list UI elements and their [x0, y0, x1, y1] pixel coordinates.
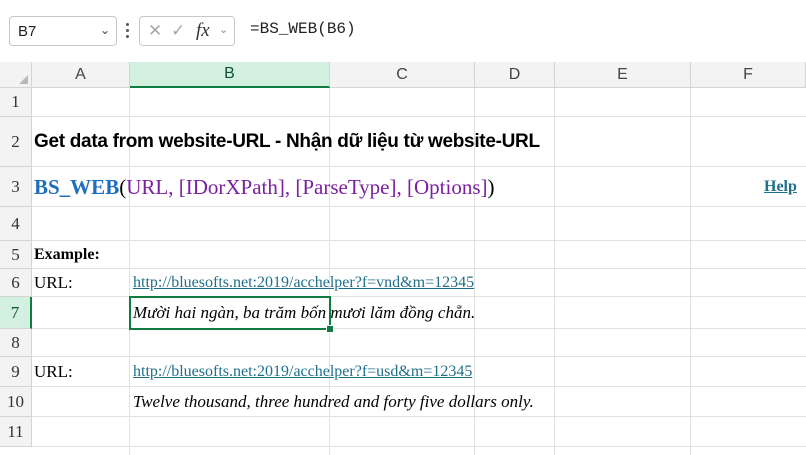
column-header-c[interactable]: C: [330, 62, 475, 88]
formula-bar: B7 ⌄ ✕ ✓ fx ⌄ =BS_WEB(B6): [0, 0, 806, 62]
open-paren: (: [119, 174, 127, 199]
row-header-5[interactable]: 5: [0, 241, 32, 269]
column-header-e[interactable]: E: [555, 62, 691, 88]
gridline: [554, 88, 555, 455]
name-box-value: B7: [18, 23, 37, 40]
column-header-d[interactable]: D: [475, 62, 555, 88]
row-header-4[interactable]: 4: [0, 207, 32, 241]
close-paren: ): [487, 174, 495, 199]
gridline: [32, 240, 806, 241]
column-header-a[interactable]: A: [32, 62, 130, 88]
chevron-down-icon[interactable]: ⌄: [219, 23, 228, 36]
cell-a5-example[interactable]: Example:: [34, 241, 100, 269]
cancel-icon[interactable]: ✕: [148, 21, 162, 41]
cell-a9-label[interactable]: URL:: [34, 357, 73, 387]
row-header-3[interactable]: 3: [0, 167, 32, 207]
help-link[interactable]: Help: [764, 167, 797, 207]
enter-icon[interactable]: ✓: [171, 21, 185, 41]
row-header-6[interactable]: 6: [0, 269, 32, 297]
fill-handle[interactable]: [326, 325, 334, 333]
column-header-f[interactable]: F: [691, 62, 806, 88]
column-header-b[interactable]: B: [130, 62, 330, 88]
formula-function-controls: ✕ ✓ fx ⌄: [139, 16, 235, 46]
function-name: BS_WEB: [34, 174, 120, 199]
cell-a3-syntax[interactable]: BS_WEB(URL, [IDorXPath], [ParseType], [O…: [34, 167, 495, 207]
row-header-2[interactable]: 2: [0, 117, 32, 167]
gridline: [690, 88, 691, 455]
select-all-button[interactable]: [0, 62, 32, 88]
cell-b10-result[interactable]: Twelve thousand, three hundred and forty…: [133, 387, 534, 417]
gridline: [32, 446, 806, 447]
cell-b6-url-link[interactable]: http://bluesofts.net:2019/acchelper?f=vn…: [133, 269, 474, 297]
active-cell-border: [129, 296, 331, 330]
select-all-icon: [19, 75, 28, 84]
row-header-9[interactable]: 9: [0, 357, 32, 387]
row-header-8[interactable]: 8: [0, 329, 32, 357]
row-header-1[interactable]: 1: [0, 88, 32, 117]
cell-a6-label[interactable]: URL:: [34, 269, 73, 297]
cell-b9-url-link[interactable]: http://bluesofts.net:2019/acchelper?f=us…: [133, 357, 472, 387]
row-header-7[interactable]: 7: [0, 297, 32, 329]
formula-input[interactable]: =BS_WEB(B6): [250, 20, 356, 38]
cell-a2-title[interactable]: Get data from website-URL - Nhận dữ liệu…: [34, 117, 540, 167]
chevron-down-icon[interactable]: ⌄: [100, 23, 110, 37]
row-header-11[interactable]: 11: [0, 417, 32, 447]
spreadsheet-grid: A B C D E F 1 2 3 4 5 6 7 8 9 10 11 Get …: [0, 62, 806, 455]
more-options-icon[interactable]: [124, 20, 130, 42]
row-header-10[interactable]: 10: [0, 387, 32, 417]
name-box[interactable]: B7 ⌄: [9, 16, 117, 46]
insert-function-icon[interactable]: fx: [196, 20, 210, 42]
function-arguments: URL, [IDorXPath], [ParseType], [Options]: [126, 174, 488, 199]
